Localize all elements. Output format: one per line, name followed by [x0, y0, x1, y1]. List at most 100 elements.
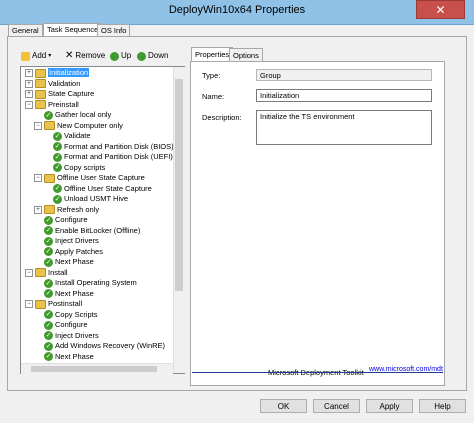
tree-item[interactable]: ✓ Enable BitLocker (Offline) — [44, 226, 140, 236]
expand-icon[interactable]: + — [25, 69, 33, 77]
tree-item[interactable]: ✓ Validate — [53, 131, 91, 141]
collapse-icon[interactable]: − — [34, 174, 42, 182]
tree-item[interactable]: ✓ Configure — [44, 320, 88, 330]
tab-task-sequence[interactable]: Task Sequence — [43, 23, 103, 37]
name-field[interactable]: Initialization — [256, 89, 432, 102]
tree-vertical-scrollbar[interactable] — [173, 67, 185, 373]
tree-item[interactable]: ✓ Add Windows Recovery (WinRE) — [44, 341, 165, 351]
check-icon: ✓ — [44, 352, 53, 362]
down-button[interactable]: Down — [137, 50, 168, 62]
folder-icon — [35, 79, 46, 89]
up-button[interactable]: Up — [110, 50, 131, 62]
tree-item[interactable]: ✓ Next Phase — [44, 257, 94, 267]
apply-button[interactable]: Apply — [366, 399, 413, 413]
tree-item[interactable]: ✓ Next Phase — [44, 352, 94, 362]
task-sequence-tree[interactable]: + Initialization + Validation + State Capture… — [20, 66, 185, 374]
scrollbar-thumb[interactable] — [175, 79, 183, 291]
check-icon: ✓ — [53, 152, 62, 162]
check-icon: ✓ — [44, 257, 53, 267]
tree-item[interactable]: − Install — [25, 268, 68, 278]
tree-item-label: Configure — [55, 320, 88, 329]
tree-item[interactable]: ✓ Copy Scripts — [44, 310, 98, 320]
check-icon: ✓ — [53, 131, 62, 141]
tree-item-label: Configure — [55, 215, 88, 224]
folder-icon — [44, 121, 55, 131]
check-icon: ✓ — [44, 278, 53, 288]
tree-item[interactable]: + Validation — [25, 78, 81, 89]
tree-item-label: Next Phase — [55, 351, 94, 361]
name-label: Name: — [202, 92, 225, 101]
tree-item[interactable]: + Refresh only — [34, 205, 99, 215]
chevron-down-icon: ▾ — [48, 53, 52, 59]
folder-icon — [44, 173, 55, 183]
window-title: DeployWin10x64 Properties — [168, 4, 306, 16]
tree-item-label: Offline User State Capture — [57, 173, 145, 182]
tree-item[interactable]: + Initialization — [25, 68, 90, 78]
tree-item[interactable]: ✓ Gather local only — [44, 110, 111, 120]
cancel-button[interactable]: Cancel — [313, 399, 360, 413]
tree-item-label: Format and Partition Disk (BIOS) — [64, 141, 174, 151]
check-icon: ✓ — [44, 236, 53, 246]
check-icon: ✓ — [44, 215, 53, 225]
check-icon: ✓ — [44, 331, 53, 341]
tree-item[interactable]: − Postinstall — [25, 299, 82, 309]
tree-item-label: Unload USMT Hive — [64, 194, 129, 203]
tree-item[interactable]: ✓ Format and Partition Disk (BIOS) — [53, 142, 174, 152]
tab-properties[interactable]: Properties — [191, 47, 234, 62]
folder-icon — [35, 68, 46, 78]
check-icon: ✓ — [53, 184, 62, 194]
tab-os-info[interactable]: OS Info — [97, 24, 131, 36]
expand-icon[interactable]: + — [25, 79, 33, 88]
tree-item-label: Apply Patches — [55, 246, 103, 256]
tree-item-label: Gather local only — [55, 110, 112, 119]
tree-item[interactable]: ✓ Unload USMT Hive — [53, 194, 128, 204]
folder-icon — [35, 100, 46, 110]
check-icon: ✓ — [53, 163, 62, 173]
tree-item[interactable]: ✓ Format and Partition Disk (UEFI) — [53, 152, 173, 162]
tree-item[interactable]: ✓ Inject Drivers — [44, 331, 99, 341]
expand-icon[interactable]: + — [25, 90, 33, 98]
collapse-icon[interactable]: − — [34, 121, 42, 130]
remove-icon: ✕ — [65, 50, 74, 61]
tree-item[interactable]: ✓ Install Operating System — [44, 278, 137, 288]
check-icon: ✓ — [44, 110, 53, 120]
close-button[interactable]: ✕ — [416, 0, 465, 19]
tree-item-label: Copy Scripts — [55, 309, 98, 319]
collapse-icon[interactable]: − — [25, 268, 33, 277]
tree-item-label: Enable BitLocker (Offline) — [55, 225, 141, 235]
ok-button[interactable]: OK — [260, 399, 307, 413]
tree-item-label: Install Operating System — [55, 278, 137, 287]
tree-item-label: Validation — [48, 78, 81, 88]
collapse-icon[interactable]: − — [25, 300, 33, 308]
tree-item[interactable]: − Offline User State Capture — [34, 173, 145, 183]
tree-item[interactable]: − Preinstall — [25, 99, 79, 110]
arrow-down-icon — [137, 51, 146, 61]
tree-horizontal-scrollbar[interactable] — [21, 363, 173, 374]
scrollbar-thumb[interactable] — [31, 366, 157, 372]
tree-item-label: Inject Drivers — [55, 236, 99, 245]
tree-item[interactable]: ✓ Offline User State Capture — [53, 184, 152, 194]
tree-item[interactable]: ✓ Copy scripts — [53, 163, 105, 173]
description-field[interactable]: Initialize the TS environment — [256, 110, 432, 145]
tree-item[interactable]: ✓ Configure — [44, 215, 88, 225]
tree-item-label: Preinstall — [48, 99, 79, 109]
folder-icon — [44, 205, 55, 215]
type-field: Group — [256, 69, 432, 81]
type-label: Type: — [202, 71, 221, 80]
tree-item[interactable]: ✓ Next Phase — [44, 289, 94, 299]
tree-item-label: Inject Drivers — [55, 330, 99, 340]
help-button[interactable]: Help — [419, 399, 466, 413]
tree-item[interactable]: ✓ Apply Patches — [44, 247, 103, 257]
tree-item[interactable]: + State Capture — [25, 89, 94, 99]
tree-item[interactable]: − New Computer only — [34, 121, 123, 131]
tree-item-label: Initialization — [48, 68, 90, 77]
check-icon: ✓ — [44, 247, 53, 257]
expand-icon[interactable]: + — [34, 205, 42, 214]
tab-general[interactable]: General — [8, 24, 43, 36]
tab-options[interactable]: Options — [229, 48, 263, 61]
remove-button[interactable]: ✕ Remove — [65, 50, 105, 62]
check-icon: ✓ — [53, 142, 62, 152]
add-button[interactable]: Add ▾ — [21, 50, 51, 62]
tree-item[interactable]: ✓ Inject Drivers — [44, 236, 99, 246]
collapse-icon[interactable]: − — [25, 100, 33, 109]
